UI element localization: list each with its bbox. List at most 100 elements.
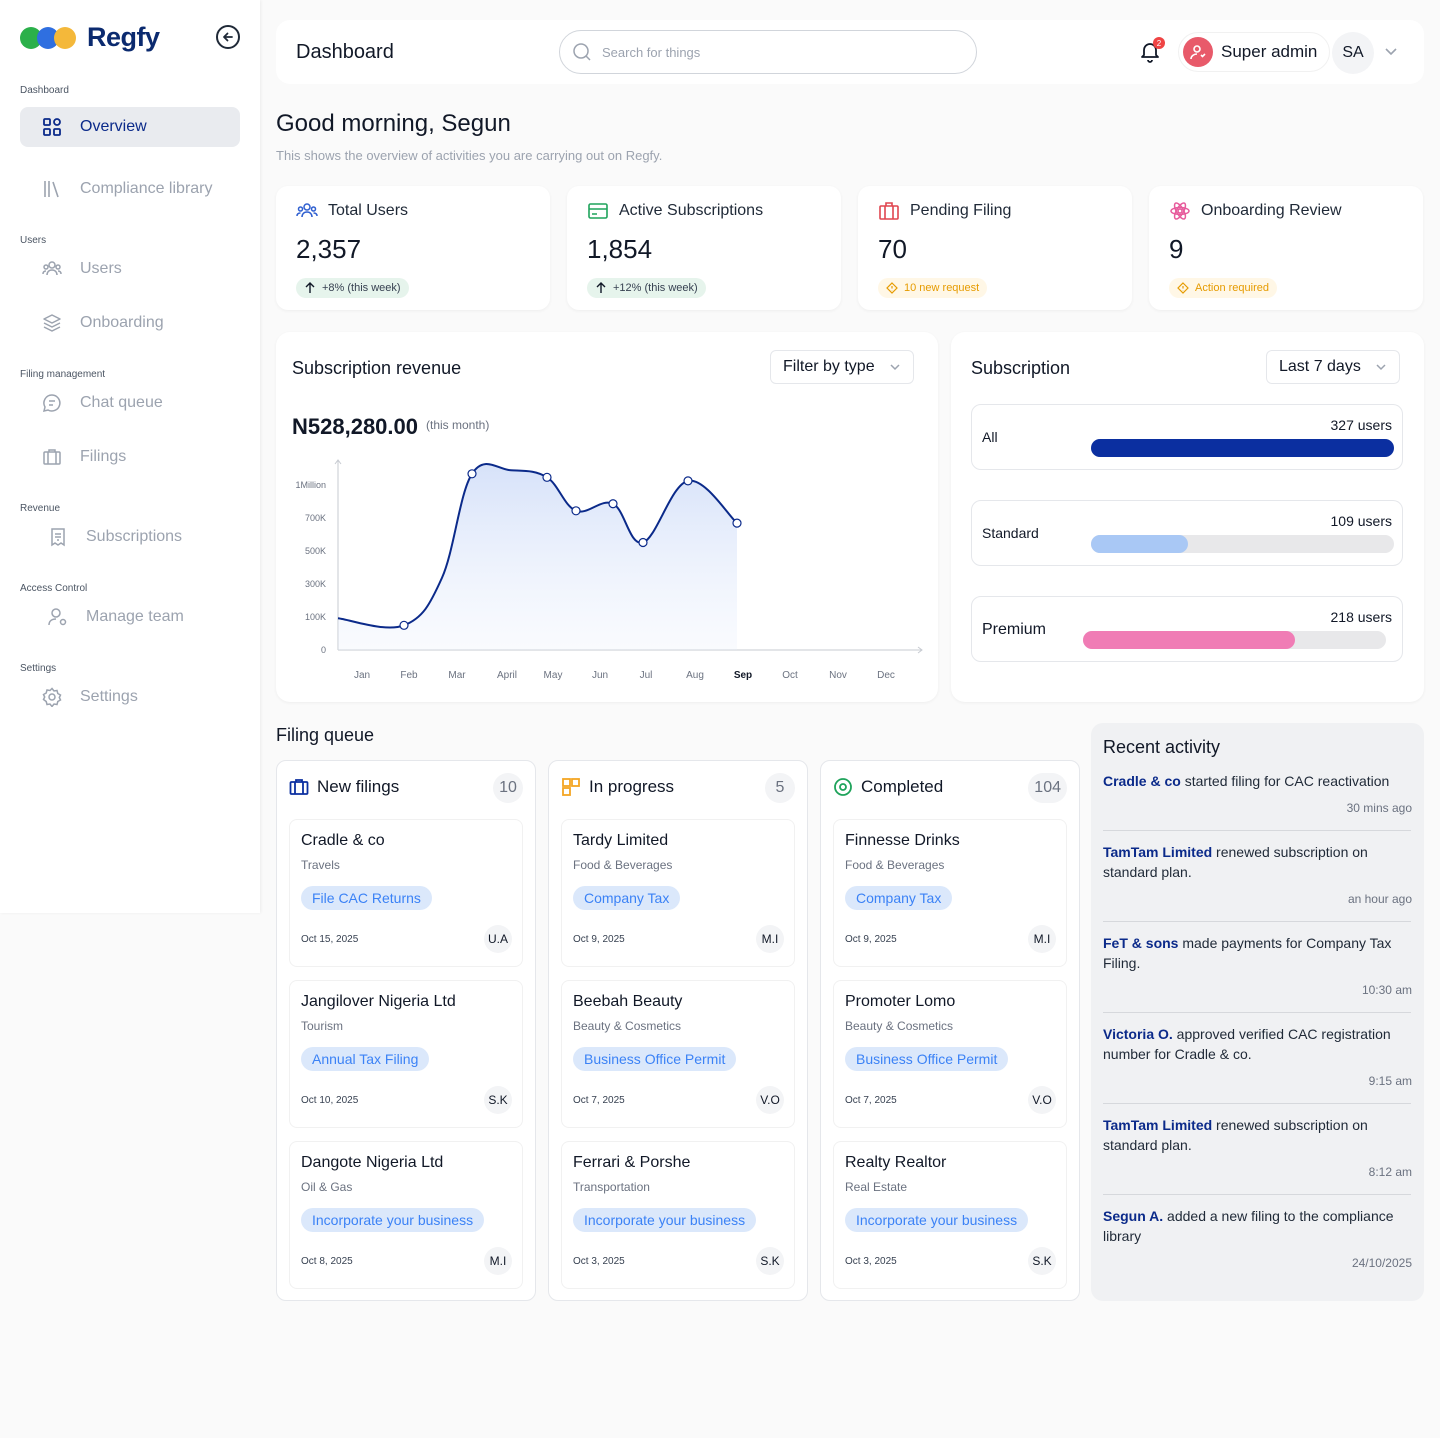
sidebar-item-compliance-library[interactable]: Compliance library bbox=[20, 169, 240, 209]
users-icon bbox=[42, 261, 62, 276]
activity-divider bbox=[1103, 1012, 1411, 1013]
progress-icon bbox=[562, 778, 580, 796]
assignee-avatar: V.O bbox=[756, 1086, 784, 1114]
sidebar-item-chat-queue[interactable]: Chat queue bbox=[20, 383, 240, 423]
filing-date: Oct 9, 2025 bbox=[573, 934, 625, 945]
activity-item[interactable]: FeT & sons made payments for Company Tax… bbox=[1103, 933, 1411, 973]
column-count-badge: 104 bbox=[1028, 773, 1067, 803]
briefcase-icon bbox=[879, 202, 899, 220]
filing-card[interactable]: Tardy Limited Food & Beverages Company T… bbox=[561, 819, 795, 967]
stat-card-active-subscriptions[interactable]: Active Subscriptions 1,854 +12% (this we… bbox=[567, 186, 841, 310]
search-input[interactable] bbox=[602, 44, 942, 60]
stat-card-onboarding-review[interactable]: Onboarding Review 9 Action required bbox=[1149, 186, 1423, 310]
activity-actor-link[interactable]: TamTam Limited bbox=[1103, 1117, 1212, 1133]
y-tick-label: 100K bbox=[305, 612, 326, 622]
avatar[interactable]: SA bbox=[1332, 32, 1374, 74]
activity-item[interactable]: TamTam Limited renewed subscription on s… bbox=[1103, 1115, 1411, 1155]
filter-by-type-dropdown[interactable]: Filter by type bbox=[770, 350, 914, 384]
plan-row-all[interactable]: All 327 users bbox=[971, 404, 1403, 470]
company-name: Tardy Limited bbox=[573, 832, 669, 849]
stat-trend-text: +12% (this week) bbox=[613, 282, 698, 294]
stat-value: 9 bbox=[1169, 234, 1184, 264]
activity-item[interactable]: Victoria O. approved verified CAC regist… bbox=[1103, 1024, 1411, 1064]
activity-item[interactable]: Cradle & co started filing for CAC react… bbox=[1103, 771, 1411, 791]
assignee-avatar: M.I bbox=[1028, 925, 1056, 953]
period-dropdown[interactable]: Last 7 days bbox=[1266, 350, 1400, 384]
stat-label: Active Subscriptions bbox=[619, 202, 764, 219]
column-count-badge: 10 bbox=[493, 773, 523, 803]
assignee-avatar: S.K bbox=[756, 1247, 784, 1275]
filing-card[interactable]: Finnesse Drinks Food & Beverages Company… bbox=[833, 819, 1067, 967]
sidebar-item-manage-team[interactable]: Manage team bbox=[20, 597, 240, 637]
subscription-card: Subscription Last 7 days All 327 users S… bbox=[951, 332, 1424, 702]
plan-row-premium[interactable]: Premium 218 users bbox=[971, 596, 1403, 662]
stat-value: 70 bbox=[878, 234, 907, 264]
sidebar-item-settings[interactable]: Settings bbox=[20, 677, 240, 717]
data-point bbox=[683, 476, 693, 486]
column-header: New filings bbox=[289, 777, 399, 797]
brand-logo[interactable]: Regfy bbox=[20, 22, 160, 53]
plan-name: Premium bbox=[982, 621, 1047, 638]
search-bar[interactable] bbox=[559, 30, 977, 74]
filing-card[interactable]: Jangilover Nigeria Ltd Tourism Annual Ta… bbox=[289, 980, 523, 1128]
sidebar-item-onboarding[interactable]: Onboarding bbox=[20, 303, 240, 343]
activity-actor-link[interactable]: Segun A. bbox=[1103, 1208, 1163, 1224]
filing-card[interactable]: Realty Realtor Real Estate Incorporate y… bbox=[833, 1141, 1067, 1289]
x-tick-label: Dec bbox=[877, 670, 895, 681]
stat-trend-badge: +12% (this week) bbox=[587, 278, 706, 298]
sidebar-item-overview[interactable]: Overview bbox=[20, 107, 240, 147]
filing-type-tag: Company Tax bbox=[573, 886, 681, 910]
filing-type-tag: Annual Tax Filing bbox=[301, 1047, 430, 1071]
activity-actor-link[interactable]: Cradle & co bbox=[1103, 773, 1181, 789]
column-header: Completed bbox=[833, 777, 943, 797]
stat-card-total-users[interactable]: Total Users 2,357 +8% (this week) bbox=[276, 186, 550, 310]
stat-card-pending-filing[interactable]: Pending Filing 70 10 new request bbox=[858, 186, 1132, 310]
plan-progress-track bbox=[1091, 439, 1394, 457]
sidebar-item-label: Settings bbox=[80, 688, 138, 705]
column-header: In progress bbox=[561, 777, 674, 797]
activity-actor-link[interactable]: FeT & sons bbox=[1103, 935, 1178, 951]
chevron-down-icon bbox=[1376, 364, 1386, 371]
assignee-avatar: S.K bbox=[1028, 1247, 1056, 1275]
gear-icon bbox=[42, 687, 62, 707]
filing-date: Oct 10, 2025 bbox=[301, 1095, 359, 1106]
activity-actor-link[interactable]: Victoria O. bbox=[1103, 1026, 1173, 1042]
sidebar-item-users[interactable]: Users bbox=[20, 249, 240, 289]
recent-activity-panel: Recent activity Cradle & co started fili… bbox=[1091, 723, 1424, 1301]
company-name: Dangote Nigeria Ltd bbox=[301, 1154, 444, 1171]
x-tick-label: Aug bbox=[686, 670, 704, 681]
plan-progress-fill bbox=[1091, 439, 1394, 457]
notifications-button[interactable]: 2 bbox=[1138, 37, 1165, 64]
activity-item[interactable]: TamTam Limited renewed subscription on s… bbox=[1103, 842, 1411, 882]
activity-actor-link[interactable]: TamTam Limited bbox=[1103, 844, 1212, 860]
user-role-chip[interactable]: Super admin bbox=[1178, 32, 1331, 72]
filing-card[interactable]: Cradle & co Travels File CAC Returns Oct… bbox=[289, 819, 523, 967]
activity-divider bbox=[1103, 1103, 1411, 1104]
data-point bbox=[732, 518, 742, 528]
brand-name: Regfy bbox=[87, 22, 160, 52]
filing-card[interactable]: Beebah Beauty Beauty & Cosmetics Busines… bbox=[561, 980, 795, 1128]
y-tick-label: 300K bbox=[305, 579, 326, 589]
data-point bbox=[542, 472, 552, 482]
filing-card[interactable]: Promoter Lomo Beauty & Cosmetics Busines… bbox=[833, 980, 1067, 1128]
filing-card[interactable]: Ferrari & Porshe Transportation Incorpor… bbox=[561, 1141, 795, 1289]
activity-text: started filing for CAC reactivation bbox=[1180, 773, 1390, 789]
company-category: Food & Beverages bbox=[573, 858, 673, 872]
plan-row-standard[interactable]: Standard 109 users bbox=[971, 500, 1403, 566]
chevron-down-icon[interactable] bbox=[1384, 44, 1398, 58]
y-tick-label: 0 bbox=[321, 645, 326, 655]
stat-value: 2,357 bbox=[296, 234, 362, 264]
y-tick-label: 500K bbox=[305, 546, 326, 556]
company-name: Cradle & co bbox=[301, 832, 385, 849]
revenue-period-note: (this month) bbox=[426, 418, 490, 432]
filing-card[interactable]: Dangote Nigeria Ltd Oil & Gas Incorporat… bbox=[289, 1141, 523, 1289]
collapse-sidebar-icon[interactable] bbox=[216, 25, 240, 49]
activity-item[interactable]: Segun A. added a new filing to the compl… bbox=[1103, 1206, 1411, 1246]
company-name: Ferrari & Porshe bbox=[573, 1154, 691, 1171]
activity-divider bbox=[1103, 1194, 1411, 1195]
sidebar-item-subscriptions[interactable]: Subscriptions bbox=[20, 517, 240, 557]
briefcase-icon bbox=[43, 449, 61, 465]
data-point bbox=[638, 537, 648, 548]
sidebar-item-filings[interactable]: Filings bbox=[20, 437, 240, 477]
user-gear-icon bbox=[48, 608, 67, 626]
